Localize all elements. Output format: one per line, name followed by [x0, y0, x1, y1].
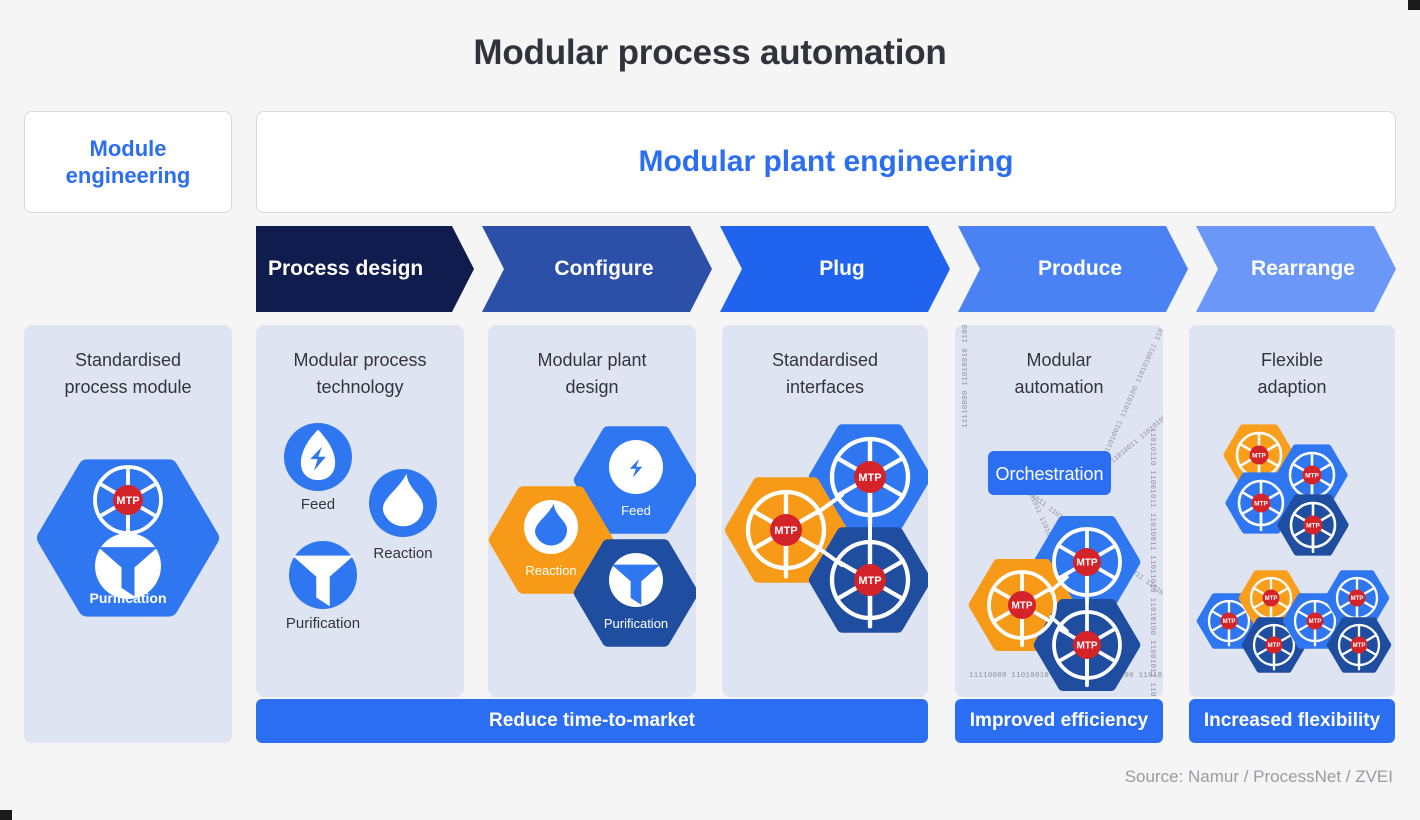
mtp-badge-label: MTP [1076, 641, 1097, 652]
card-graphic: Feed Reaction Purification [256, 325, 464, 697]
mtp-badge-label: MTP [774, 525, 797, 537]
svg-text:11110000 11010010 11001001 110: 11110000 11010010 11001001 11010100 1101… [962, 325, 970, 428]
mtp-badge-label: MTP [858, 472, 881, 484]
card-modular-process-technology: Modular process technology Feed Reaction Pu… [256, 325, 464, 697]
phase-chevron-plug[interactable]: Plug [720, 226, 950, 312]
mtp-badge-label: MTP [858, 575, 881, 587]
phase-chevron-label: Plug [819, 257, 865, 280]
phase-chevron-produce[interactable]: Produce [958, 226, 1188, 312]
phase-chevron-band: Process design Configure Plug Produce Rearra… [256, 226, 1396, 312]
card-graphic: MTP MTP MTP MTP MTP MTP MTP MTP MTP MTP [1189, 325, 1395, 697]
card-graphic: MTP MTP MTP [722, 325, 928, 697]
source-note: Source: Namur / ProcessNet / ZVEI [1124, 767, 1393, 786]
purification-label: Purification [89, 590, 166, 606]
card-graphic: 11110000 11010010 11001001 11010100 1101… [955, 325, 1163, 697]
outcome-reduce-time-to-market: Reduce time-to-market [256, 699, 928, 743]
graphic-svg: 11110000 11010010 11001001 11010100 1101… [962, 325, 1163, 697]
graphic-svg: Feed Reaction Purification [284, 423, 437, 632]
phase-chevron-label: Rearrange [1251, 257, 1355, 280]
reaction-label: Reaction [373, 545, 432, 562]
mtp-badge-label: MTP [1305, 472, 1319, 479]
header-module-engineering-line1: Module [89, 135, 167, 161]
mtp-badge-label: MTP [116, 495, 139, 507]
outcome-improved-efficiency: Improved efficiency [955, 699, 1163, 743]
orchestration-label: Orchestration [995, 464, 1103, 484]
header-modular-plant-engineering: Modular plant engineering [256, 111, 1396, 213]
feed-label: Feed [301, 496, 335, 513]
mtp-badge-label: MTP [1254, 500, 1268, 507]
phase-chevron-process-design[interactable]: Process design [256, 226, 474, 312]
reaction-label: Reaction [525, 563, 576, 578]
svg-text:11010110 11001011 11010011 110: 11010110 11001011 11010011 11011010 1101… [1148, 428, 1156, 697]
page-title: Modular process automation [473, 33, 947, 72]
corner-marker-top-right [1408, 0, 1420, 10]
mtp-badge-label: MTP [1223, 619, 1236, 625]
card-standardised-process-module: Standardised process module MTP Purificati… [24, 325, 232, 743]
mtp-badge-label: MTP [1076, 558, 1097, 569]
phase-chevron-rearrange[interactable]: Rearrange [1196, 226, 1396, 312]
card-standardised-interfaces: Standardised interfaces MTP MTP MTP [722, 325, 928, 697]
card-modular-automation: Modularautomation 11110000 11010010 1100… [955, 325, 1163, 697]
phase-chevron-label: Produce [1037, 257, 1123, 280]
mtp-badge-label: MTP [1265, 596, 1278, 602]
graphic-svg: Feed Reaction Purification [488, 426, 696, 647]
graphic-svg: MTP Purification [36, 459, 220, 617]
mtp-badge-label: MTP [1252, 452, 1266, 459]
card-flexible-adaption: Flexible adaption MTP MTP MTP MTP MTP MTP MTP MT… [1189, 325, 1395, 697]
mtp-badge-label: MTP [1309, 619, 1322, 625]
mtp-badge-label: MTP [1306, 522, 1320, 529]
purification-label: Purification [604, 616, 668, 631]
mtp-badge-label: MTP [1011, 601, 1032, 612]
mtp-badge-label: MTP [1351, 596, 1364, 602]
outcome-increased-flexibility: Increased flexibility [1189, 699, 1395, 743]
purification-label: Purification [286, 615, 360, 632]
graphic-svg: MTP MTP MTP MTP MTP MTP MTP MTP MTP MTP [1196, 424, 1392, 673]
phase-chevron-configure[interactable]: Configure [482, 226, 712, 312]
card-graphic: MTP Purification [24, 325, 232, 743]
phase-chevron-label: Configure [554, 257, 654, 280]
mtp-badge-label: MTP [1268, 643, 1281, 649]
corner-marker-bottom-left [0, 810, 12, 820]
graphic-svg: MTP MTP MTP [724, 424, 928, 633]
phase-chevron-label: Process design [268, 257, 424, 280]
mtp-badge-label: MTP [1353, 643, 1366, 649]
feed-label: Feed [621, 503, 651, 518]
card-modular-plant-design: Modular plant design Feed Reaction Purifica… [488, 325, 696, 697]
infographic-root: Modular process automation Module engine… [0, 0, 1420, 820]
header-module-engineering: Module engineering [24, 111, 232, 213]
header-module-engineering-line2: engineering [65, 163, 191, 188]
card-graphic: Feed Reaction Purification [488, 325, 696, 697]
